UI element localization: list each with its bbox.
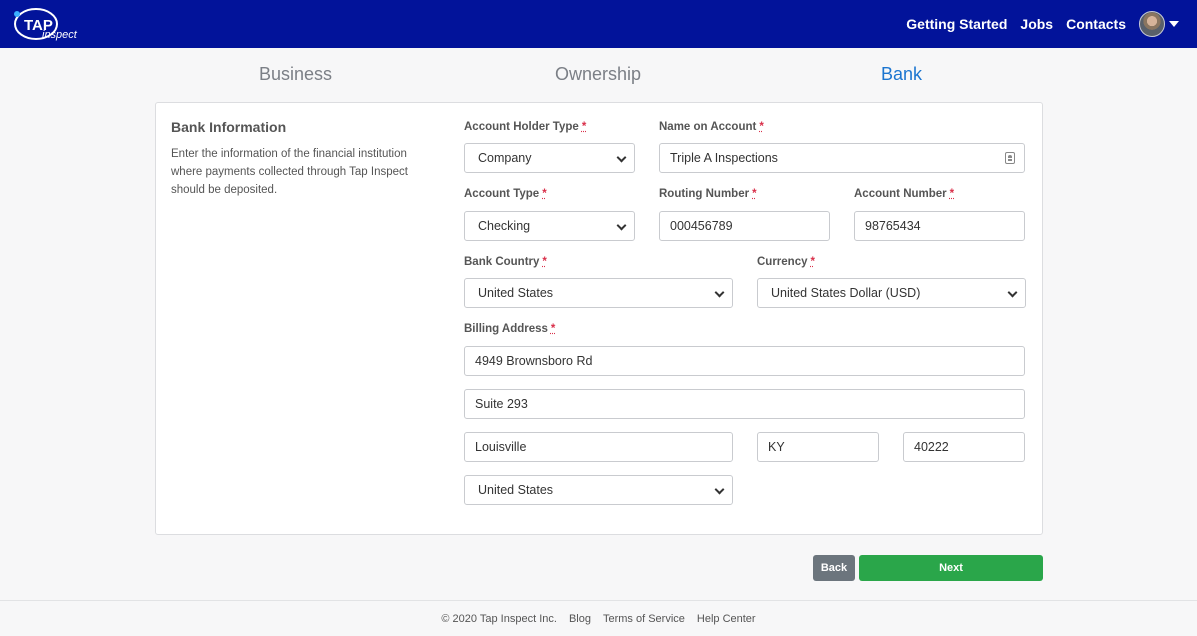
- footer-copyright: © 2020 Tap Inspect Inc.: [441, 612, 557, 625]
- logo-subtext: inspect: [42, 29, 78, 41]
- account-holder-type-label: Account Holder Type *: [464, 121, 587, 133]
- account-holder-type-select[interactable]: Company: [464, 143, 635, 173]
- bank-country-select[interactable]: United States: [464, 278, 733, 308]
- required-marker: *: [949, 188, 955, 200]
- address-line1-value: 4949 Brownsboro Rd: [475, 354, 593, 368]
- name-on-account-label: Name on Account *: [659, 121, 764, 133]
- chevron-down-icon: [616, 152, 627, 163]
- next-button[interactable]: Next: [859, 555, 1043, 581]
- account-type-value: Checking: [478, 219, 531, 233]
- step-business[interactable]: Business: [259, 64, 332, 85]
- chevron-down-icon: [616, 220, 627, 231]
- top-navbar: TAP inspect Getting Started Jobs Contact…: [0, 0, 1197, 48]
- back-button[interactable]: Back: [813, 555, 855, 581]
- zip-value: 40222: [914, 440, 949, 454]
- address-line1-input[interactable]: 4949 Brownsboro Rd: [464, 346, 1025, 376]
- nav-menu: Getting Started Jobs Contacts: [906, 0, 1179, 48]
- city-input[interactable]: Louisville: [464, 432, 733, 462]
- required-marker: *: [542, 256, 547, 268]
- currency-label: Currency *: [757, 256, 815, 268]
- caret-down-icon[interactable]: [1169, 21, 1179, 27]
- footer-link-blog[interactable]: Blog: [569, 613, 591, 625]
- required-marker: *: [759, 121, 764, 133]
- bank-country-label: Bank Country *: [464, 256, 547, 268]
- name-on-account-value: Triple A Inspections: [670, 151, 778, 165]
- account-number-label: Account Number *: [854, 188, 955, 200]
- currency-value: United States Dollar (USD): [771, 286, 921, 300]
- routing-number-input[interactable]: 000456789: [659, 211, 830, 241]
- contact-card-icon[interactable]: [1005, 152, 1015, 164]
- step-bank[interactable]: Bank: [881, 64, 922, 85]
- footer: © 2020 Tap Inspect Inc. Blog Terms of Se…: [0, 600, 1197, 636]
- routing-number-label: Routing Number *: [659, 188, 757, 200]
- address-line2-value: Suite 293: [475, 397, 528, 411]
- state-input[interactable]: KY: [757, 432, 879, 462]
- state-value: KY: [768, 440, 785, 454]
- currency-select[interactable]: United States Dollar (USD): [757, 278, 1026, 308]
- routing-number-value: 000456789: [670, 219, 733, 233]
- tap-inspect-logo[interactable]: TAP inspect: [12, 6, 84, 44]
- account-type-select[interactable]: Checking: [464, 211, 635, 241]
- address-country-select[interactable]: United States: [464, 475, 733, 505]
- nav-jobs[interactable]: Jobs: [1020, 16, 1053, 32]
- section-title: Bank Information: [171, 119, 287, 135]
- chevron-down-icon: [1007, 287, 1018, 298]
- required-marker: *: [542, 188, 547, 200]
- user-menu[interactable]: [1139, 11, 1179, 37]
- required-marker: *: [581, 121, 587, 133]
- account-number-input[interactable]: 98765434: [854, 211, 1025, 241]
- step-ownership[interactable]: Ownership: [555, 64, 641, 85]
- footer-link-terms[interactable]: Terms of Service: [603, 613, 685, 625]
- chevron-down-icon: [714, 287, 725, 298]
- footer-link-help[interactable]: Help Center: [697, 613, 756, 625]
- address-country-value: United States: [478, 483, 554, 497]
- avatar[interactable]: [1139, 11, 1165, 37]
- address-line2-input[interactable]: Suite 293: [464, 389, 1025, 419]
- section-description: Enter the information of the financial i…: [171, 148, 408, 196]
- city-value: Louisville: [475, 440, 527, 454]
- account-number-value: 98765434: [865, 219, 921, 233]
- nav-contacts[interactable]: Contacts: [1066, 16, 1126, 32]
- required-marker: *: [810, 256, 815, 268]
- required-marker: *: [550, 323, 556, 335]
- bank-country-value: United States: [478, 286, 554, 300]
- account-holder-type-value: Company: [478, 151, 532, 165]
- nav-getting-started[interactable]: Getting Started: [906, 16, 1007, 32]
- required-marker: *: [752, 188, 757, 200]
- name-on-account-input[interactable]: Triple A Inspections: [659, 143, 1025, 173]
- chevron-down-icon: [714, 484, 725, 495]
- account-type-label: Account Type *: [464, 188, 547, 200]
- billing-address-label: Billing Address *: [464, 323, 556, 335]
- zip-input[interactable]: 40222: [903, 432, 1025, 462]
